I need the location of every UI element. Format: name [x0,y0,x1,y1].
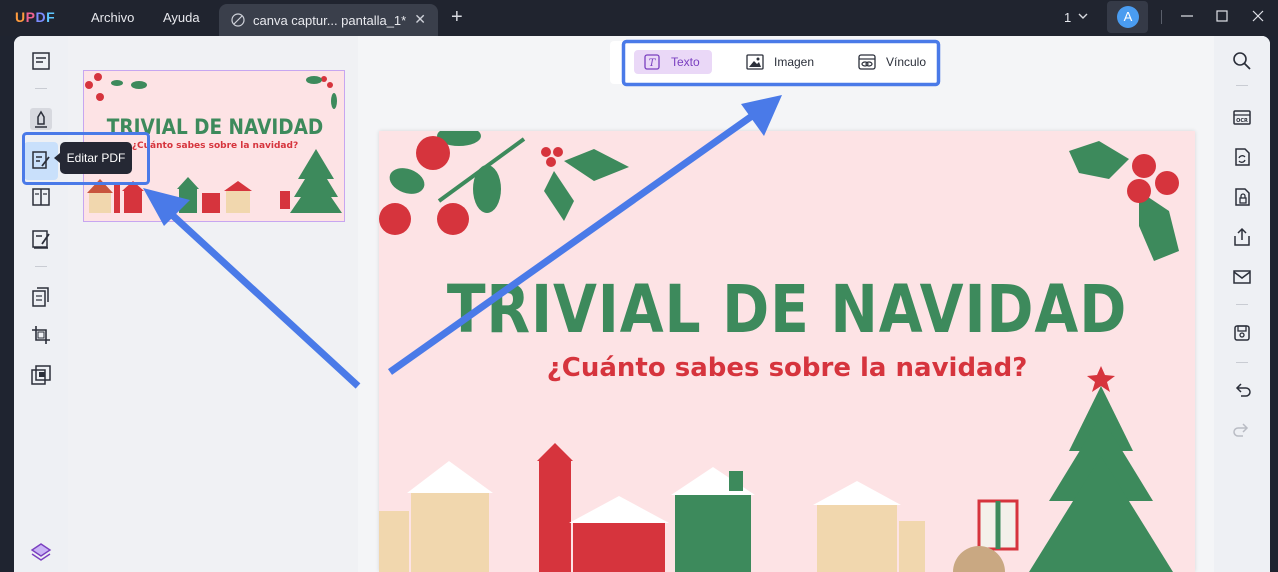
protect-icon[interactable] [30,364,52,386]
convert-icon[interactable] [1232,147,1252,167]
fill-sign-icon[interactable] [30,228,52,250]
imagen-label: Imagen [774,55,815,69]
link-icon [858,54,876,70]
save-icon[interactable] [1232,323,1252,343]
ocr-icon[interactable]: OCR [1232,107,1252,127]
pencil-icon [231,13,245,27]
page-count[interactable]: 1 [1064,10,1071,25]
title-bar: UPDF Archivo Ayuda canva captur... panta… [0,0,1278,36]
crop-icon[interactable] [30,324,52,346]
minimize-icon[interactable] [1179,8,1195,24]
separator [1236,362,1248,363]
layers-icon[interactable] [30,541,52,563]
search-icon[interactable] [1232,51,1252,71]
document-subtitle[interactable]: ¿Cuánto sabes sobre la navidad? [379,353,1195,383]
document-title[interactable]: TRIVIAL DE NAVIDAD [436,271,1138,348]
share-icon[interactable] [1232,227,1252,247]
separator [1236,304,1248,305]
separator [35,266,47,267]
protect-file-icon[interactable] [1232,187,1252,207]
chevron-down-icon[interactable] [1077,9,1089,23]
separator [1236,85,1248,86]
separator [35,88,47,89]
tooltip: Editar PDF [54,142,132,174]
document-tab[interactable]: canva captur... pantalla_1* ✕ [219,4,438,36]
email-icon[interactable] [1232,267,1252,287]
tab-close-icon[interactable]: ✕ [414,11,426,28]
vinculo-button[interactable]: Vínculo [848,50,928,74]
tab-title: canva captur... pantalla_1* [253,13,407,28]
edit-pdf-icon[interactable] [30,149,52,171]
account-button[interactable]: A [1107,1,1148,33]
edit-toolbar: T Texto Imagen Vínculo [610,41,937,84]
imagen-button[interactable]: Imagen [736,50,816,74]
maximize-icon[interactable] [1214,8,1230,24]
menu-ayuda[interactable]: Ayuda [163,10,200,25]
comment-highlighter-icon[interactable] [30,108,52,130]
avatar: A [1117,6,1139,28]
updf-app: UPDF Archivo Ayuda canva captur... panta… [0,0,1278,572]
text-box-icon: T [644,54,660,70]
document-page[interactable]: TRIVIAL DE NAVIDAD ¿Cuánto sabes sobre l… [379,131,1195,572]
new-tab-plus-icon[interactable]: + [451,6,463,29]
undo-icon[interactable] [1232,380,1252,400]
texto-label: Texto [671,55,700,69]
redo-icon[interactable] [1232,420,1252,440]
separator [1161,10,1162,24]
thumbnail-title: TRIVIAL DE NAVIDAD [106,115,324,139]
vinculo-label: Vínculo [886,55,927,69]
close-icon[interactable] [1250,8,1266,24]
updf-logo: UPDF [15,9,56,25]
reader-icon[interactable] [30,50,52,72]
menu-archivo[interactable]: Archivo [91,10,134,25]
page-decoration [379,131,1179,572]
image-icon [746,54,764,70]
right-toolbar: OCR [1214,36,1270,572]
left-toolbar [14,36,68,572]
texto-button[interactable]: T Texto [634,50,712,74]
svg-text:T: T [649,58,657,69]
organize-pages-icon[interactable] [30,186,52,208]
svg-text:OCR: OCR [1236,118,1248,124]
convert-pages-icon[interactable] [30,286,52,308]
